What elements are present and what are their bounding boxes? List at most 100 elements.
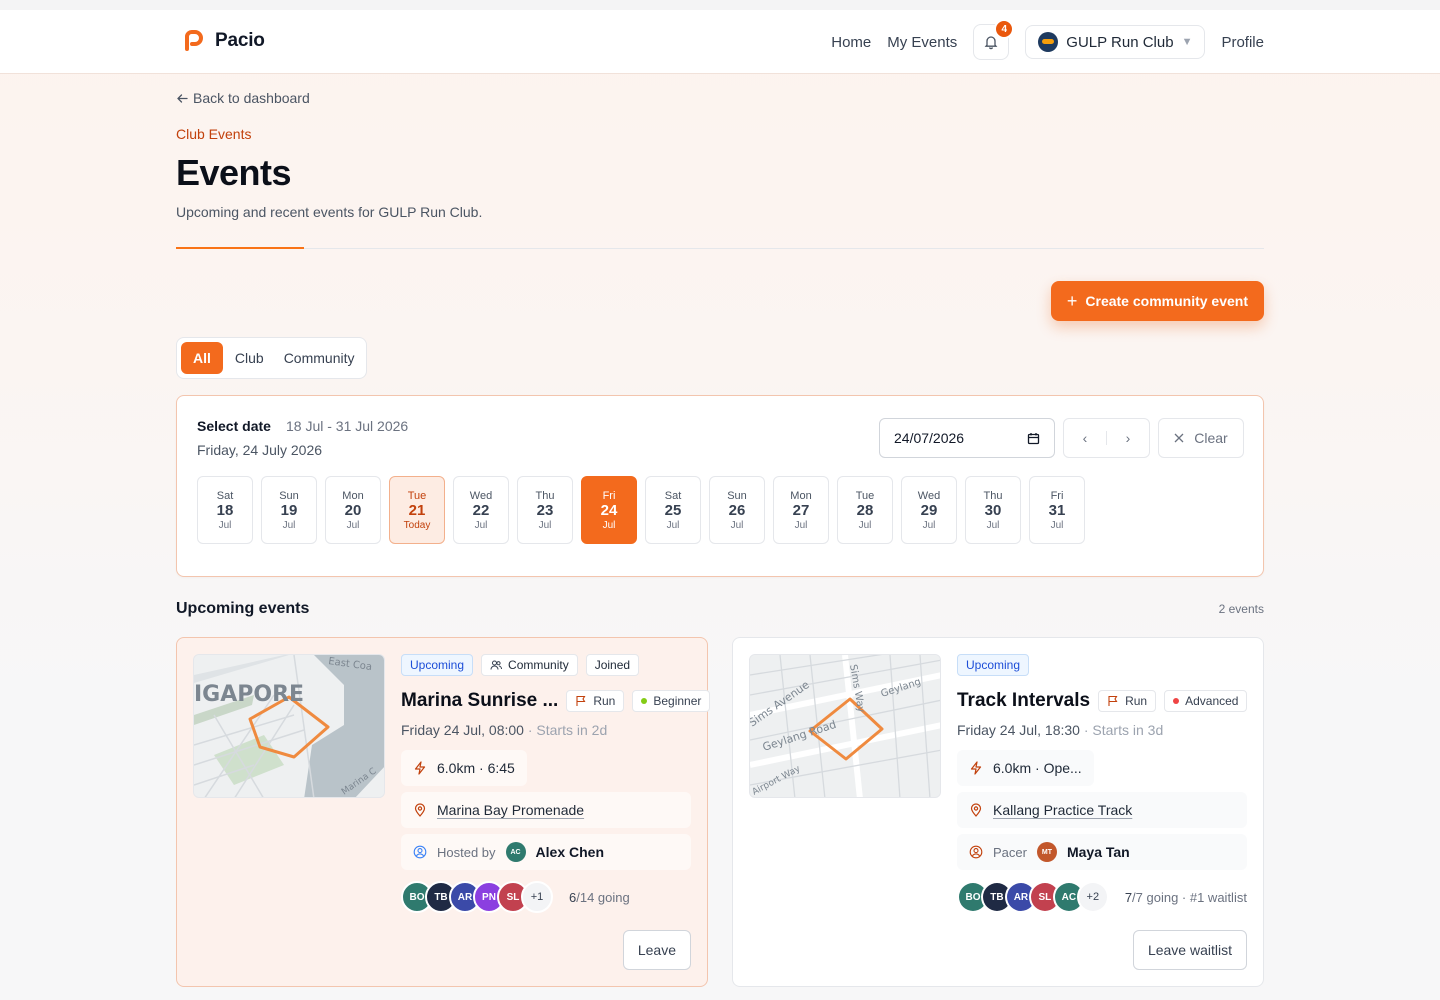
event-title-row: Track Intervals Run Advanced [957,688,1248,714]
day-29[interactable]: Wed 29 Jul [901,476,957,544]
going-suffix: /7 going · #1 waitlist [1132,889,1247,905]
window-top-strip [0,0,1440,10]
flag-icon [1107,695,1119,707]
day-number: 29 [920,501,938,519]
attendees: BO TB AR PN SL +1 6/14 going [401,880,691,914]
day-19[interactable]: Sun 19 Jul [261,476,317,544]
joined-badge: Joined [585,654,640,676]
activity-label: Run [1125,694,1148,708]
day-of-week: Tue [855,489,875,502]
date-picker-card: Select date 18 Jul - 31 Jul 2026 Friday,… [176,395,1264,577]
going-suffix: /14 going [576,889,630,905]
day-22[interactable]: Wed 22 Jul [453,476,509,544]
leave-waitlist-button[interactable]: Leave waitlist [1132,930,1247,970]
event-stats: 6.0km · Ope... [957,750,1094,786]
users-icon [490,659,503,671]
page-eyebrow: Club Events [176,126,252,142]
previous-chevron-icon[interactable]: ‹ [1064,430,1106,446]
level-badge: Beginner [632,690,711,712]
day-of-week: Fri [1050,489,1064,502]
event-title[interactable]: Marina Sunrise ... [401,690,558,712]
notifications-count-badge: 4 [994,19,1015,39]
day-month: Jul [602,519,616,531]
route-map-thumbnail[interactable]: IGAPORE East Coa Marina C [193,654,385,798]
club-selector[interactable]: GULP Run Club ▼ [1025,25,1206,59]
day-18[interactable]: Sat 18 Jul [197,476,253,544]
header-divider [176,248,1264,249]
tab-club[interactable]: Club [227,342,272,374]
day-number: 20 [344,501,362,519]
brand[interactable]: Pacio [183,30,265,52]
day-month: Jul [218,519,232,531]
pacer-label: Pacer [993,844,1027,860]
route-map-thumbnail[interactable]: Sims Avenue Geylang Road Sims Way Geylan… [749,654,941,798]
day-27[interactable]: Mon 27 Jul [773,476,829,544]
event-date: Friday 24 Jul, 18:30 [957,722,1080,738]
tab-community[interactable]: Community [276,342,363,374]
event-pacer: Pacer MT Maya Tan [957,834,1247,870]
day-month: Jul [922,519,936,531]
activity-label: Run [593,694,616,708]
event-title[interactable]: Track Intervals [957,690,1090,712]
date-input[interactable]: 24/07/2026 [879,418,1055,458]
leave-button[interactable]: Leave [622,930,691,970]
host-name: Alex Chen [535,844,605,860]
day-31[interactable]: Fri 31 Jul [1029,476,1085,544]
select-date-label: Select date [197,418,271,434]
event-card[interactable]: IGAPORE East Coa Marina C Upcoming Commu… [176,637,711,987]
status-badge: Upcoming [401,654,474,676]
clear-date-button[interactable]: Clear [1158,418,1244,458]
lightning-icon [969,761,983,775]
location-link[interactable]: Marina Bay Promenade [437,802,584,818]
day-21[interactable]: Tue 21 Today [389,476,445,544]
brand-name: Pacio [215,30,265,51]
back-to-dashboard-link[interactable]: Back to dashboard [176,90,310,106]
day-month: Jul [538,519,552,531]
day-month: Jul [794,519,808,531]
day-23[interactable]: Thu 23 Jul [517,476,573,544]
create-community-event-button[interactable]: + Create community event [1050,281,1264,321]
level-dot [1173,698,1180,704]
tab-all[interactable]: All [181,342,223,374]
day-of-week: Mon [790,489,812,502]
day-20[interactable]: Mon 20 Jul [325,476,381,544]
day-of-week: Mon [342,489,364,502]
activity-badge: Run [566,690,625,712]
day-30[interactable]: Thu 30 Jul [965,476,1021,544]
day-24[interactable]: Fri 24 Jul [581,476,637,544]
lightning-icon [413,761,427,775]
day-number: 23 [536,501,554,519]
next-chevron-icon[interactable]: › [1107,430,1149,446]
nav-my-events-link[interactable]: My Events [887,34,957,51]
map-label: IGAPORE [194,682,304,707]
day-28[interactable]: Tue 28 Jul [837,476,893,544]
location-link[interactable]: Kallang Practice Track [993,802,1132,818]
event-badges: Upcoming Community Joined [401,654,691,678]
day-of-week: Sun [727,489,747,502]
day-month: Jul [666,519,680,531]
day-26[interactable]: Sun 26 Jul [709,476,765,544]
event-starts-in: · Starts in 2d [527,722,608,738]
day-25[interactable]: Sat 25 Jul [645,476,701,544]
status-badge: Upcoming [957,654,1030,676]
upcoming-events-title: Upcoming events [176,600,310,617]
nav-links: Home My Events 4 GULP Run Club ▼ Profile [831,19,1264,60]
selected-date-text: Friday, 24 July 2026 [197,442,323,458]
map-pin-icon [413,803,427,817]
attendees: BO TB AR SL AC +2 7/7 going · #1 waitlis… [957,880,1247,914]
chevron-down-icon: ▼ [1181,36,1193,48]
day-number: 26 [728,501,746,519]
activity-badge: Run [1098,690,1157,712]
nav-home-link[interactable]: Home [831,34,871,51]
going-count: 6/14 going [569,890,630,905]
page-subtitle: Upcoming and recent events for GULP Run … [176,204,483,220]
event-card[interactable]: Sims Avenue Geylang Road Sims Way Geylan… [732,637,1264,987]
nav-profile-link[interactable]: Profile [1221,34,1264,51]
event-details: Upcoming Community Joined Marina Sunrise… [401,654,711,914]
calendar-icon[interactable] [1027,432,1040,445]
pacio-logo-icon [183,30,205,52]
arrow-left-icon [176,92,189,105]
event-title-row: Marina Sunrise ... Run Beginner [401,688,711,714]
notifications-button[interactable]: 4 [973,19,1015,60]
community-badge-label: Community [508,658,569,672]
